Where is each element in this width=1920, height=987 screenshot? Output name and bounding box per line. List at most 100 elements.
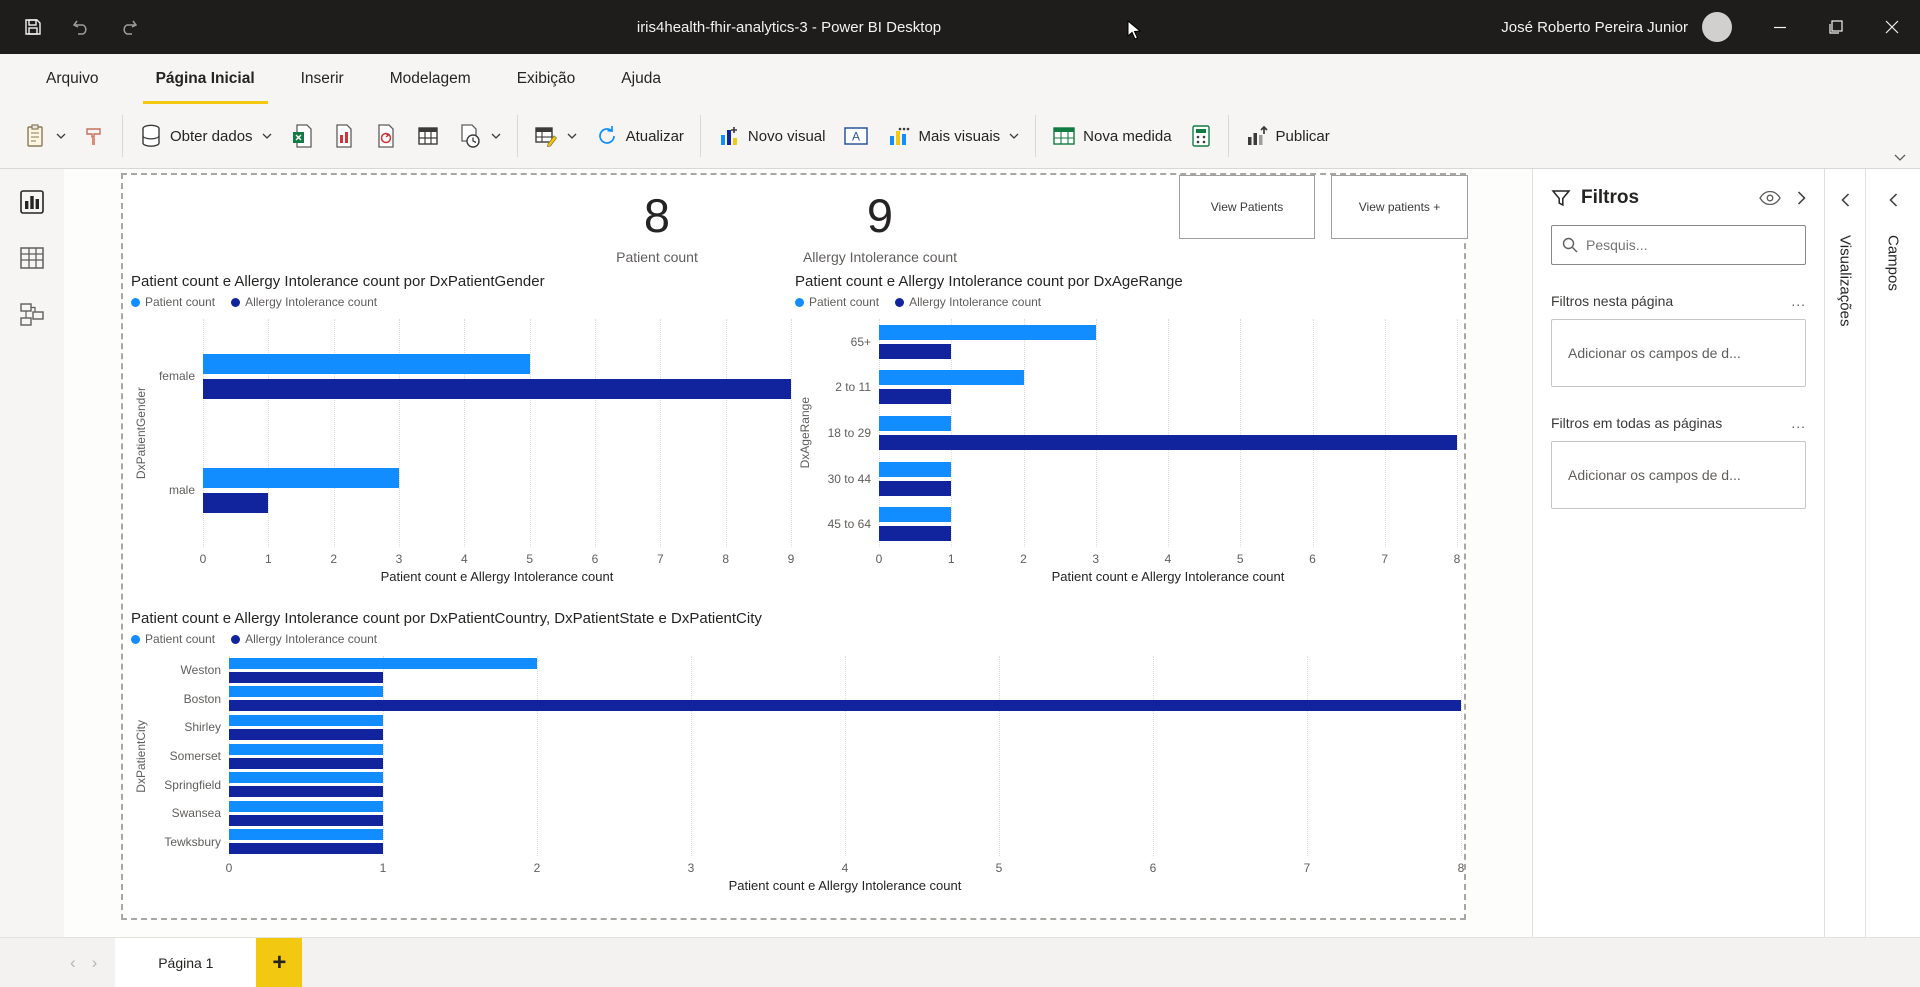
expand-panel-icon[interactable] (1797, 191, 1806, 205)
transform-data-button[interactable] (525, 116, 586, 156)
bar[interactable] (229, 815, 383, 826)
bar[interactable] (879, 370, 1024, 385)
legend-item[interactable]: Patient count (795, 295, 879, 309)
fields-panel-collapsed[interactable]: Campos (1865, 169, 1920, 937)
card-allergy-count[interactable]: 9 Allergy Intolerance count (771, 185, 989, 265)
all-pages-filter-drop-zone[interactable]: Adicionar os campos de d... (1551, 441, 1806, 509)
expand-left-icon[interactable] (1841, 193, 1850, 207)
bar[interactable] (879, 526, 951, 541)
bar[interactable] (229, 729, 383, 740)
new-visual-button[interactable]: Novo visual (708, 116, 835, 156)
next-page-icon[interactable]: › (92, 953, 98, 973)
city-bar-chart[interactable]: Patient count e Allergy Intolerance coun… (131, 610, 1461, 893)
more-options-icon[interactable]: ... (1791, 415, 1806, 431)
bar[interactable] (229, 744, 383, 755)
gender-bar-chart[interactable]: Patient count e Allergy Intolerance coun… (131, 273, 791, 584)
collapse-ribbon-icon[interactable] (1894, 154, 1906, 162)
bar[interactable] (229, 843, 383, 854)
refresh-button[interactable]: Atualizar (586, 116, 693, 156)
visualizations-panel-collapsed[interactable]: Visualizações (1824, 169, 1865, 937)
search-input[interactable] (1586, 237, 1795, 253)
excel-workbook-button[interactable] (281, 115, 323, 157)
expand-left-icon[interactable] (1889, 193, 1898, 207)
bar[interactable] (879, 462, 951, 477)
bar[interactable] (203, 468, 399, 488)
bar[interactable] (229, 715, 383, 726)
add-page-button[interactable]: + (256, 938, 302, 987)
tab-view[interactable]: Exibição (494, 54, 599, 104)
legend-item[interactable]: Allergy Intolerance count (231, 295, 377, 309)
bar[interactable] (229, 772, 383, 783)
visualizations-panel-label: Visualizações (1837, 235, 1854, 326)
x-tick-label: 6 (592, 552, 599, 566)
page-filter-drop-zone[interactable]: Adicionar os campos de d... (1551, 319, 1806, 387)
tab-help[interactable]: Ajuda (598, 54, 684, 104)
format-painter-button[interactable] (75, 117, 115, 155)
more-visuals-button[interactable]: Mais visuais (878, 116, 1028, 156)
close-button[interactable] (1864, 0, 1920, 54)
card-patient-count[interactable]: 8 Patient count (551, 185, 763, 265)
data-view-icon[interactable] (19, 245, 45, 271)
bar[interactable] (879, 507, 951, 522)
legend-item[interactable]: Allergy Intolerance count (895, 295, 1041, 309)
report-view-icon[interactable] (19, 189, 45, 215)
get-data-button[interactable]: Obter dados (130, 115, 281, 157)
text-box-button[interactable]: A (834, 116, 878, 156)
user-name[interactable]: José Roberto Pereira Junior (1501, 19, 1688, 36)
report-page-canvas[interactable]: 8 Patient count 9 Allergy Intolerance co… (121, 173, 1466, 920)
bar[interactable] (879, 325, 1096, 340)
bar[interactable] (203, 379, 791, 399)
save-icon[interactable] (22, 16, 44, 38)
view-patients-plus-button[interactable]: View patients + (1331, 175, 1468, 239)
x-tick-label: 5 (996, 861, 1003, 875)
bar[interactable] (203, 493, 268, 513)
bar[interactable] (879, 435, 1457, 450)
quick-measure-button[interactable] (1181, 116, 1221, 156)
legend-dot-icon (795, 298, 804, 307)
eye-icon[interactable] (1759, 191, 1781, 205)
bar[interactable] (229, 758, 383, 769)
model-view-icon[interactable] (19, 301, 45, 327)
new-measure-button[interactable]: Nova medida (1043, 116, 1180, 156)
page-tab[interactable]: Página 1 (115, 938, 256, 987)
legend-item[interactable]: Allergy Intolerance count (231, 632, 377, 646)
undo-icon[interactable] (70, 16, 92, 38)
age-range-bar-chart[interactable]: Patient count e Allergy Intolerance coun… (795, 273, 1457, 584)
legend-dot-icon (131, 635, 140, 644)
user-avatar[interactable] (1702, 12, 1732, 42)
tab-home[interactable]: Página Inicial (133, 54, 278, 104)
category-label: Shirley (151, 713, 229, 742)
bar[interactable] (229, 672, 383, 683)
more-options-icon[interactable]: ... (1791, 293, 1806, 309)
tab-modeling[interactable]: Modelagem (367, 54, 494, 104)
bar[interactable] (879, 344, 951, 359)
bar[interactable] (879, 389, 951, 404)
minimize-button[interactable] (1752, 0, 1808, 54)
tab-file[interactable]: Arquivo (28, 54, 117, 104)
publish-button[interactable]: Publicar (1236, 116, 1339, 156)
bar[interactable] (229, 786, 383, 797)
data-hub-button[interactable] (323, 115, 365, 157)
filters-panel: Filtros Filtros nesta página ... Adicion… (1532, 169, 1824, 937)
legend-item[interactable]: Patient count (131, 295, 215, 309)
recent-sources-button[interactable] (449, 115, 510, 157)
bar[interactable] (229, 829, 383, 840)
paste-button[interactable] (14, 115, 75, 157)
filter-search-box[interactable] (1551, 225, 1806, 265)
bar[interactable] (879, 481, 951, 496)
bar[interactable] (229, 801, 383, 812)
legend-item[interactable]: Patient count (131, 632, 215, 646)
dataflow-button[interactable] (365, 115, 407, 157)
bar[interactable] (229, 686, 383, 697)
chevron-down-icon (1009, 133, 1019, 139)
redo-icon[interactable] (118, 16, 140, 38)
prev-page-icon[interactable]: ‹ (70, 953, 76, 973)
tab-insert[interactable]: Inserir (278, 54, 367, 104)
bar[interactable] (203, 354, 530, 374)
bar[interactable] (879, 416, 951, 431)
bar[interactable] (229, 700, 1461, 711)
view-patients-button[interactable]: View Patients (1179, 175, 1315, 239)
enter-data-button[interactable] (407, 116, 449, 156)
bar[interactable] (229, 658, 537, 669)
maximize-button[interactable] (1808, 0, 1864, 54)
